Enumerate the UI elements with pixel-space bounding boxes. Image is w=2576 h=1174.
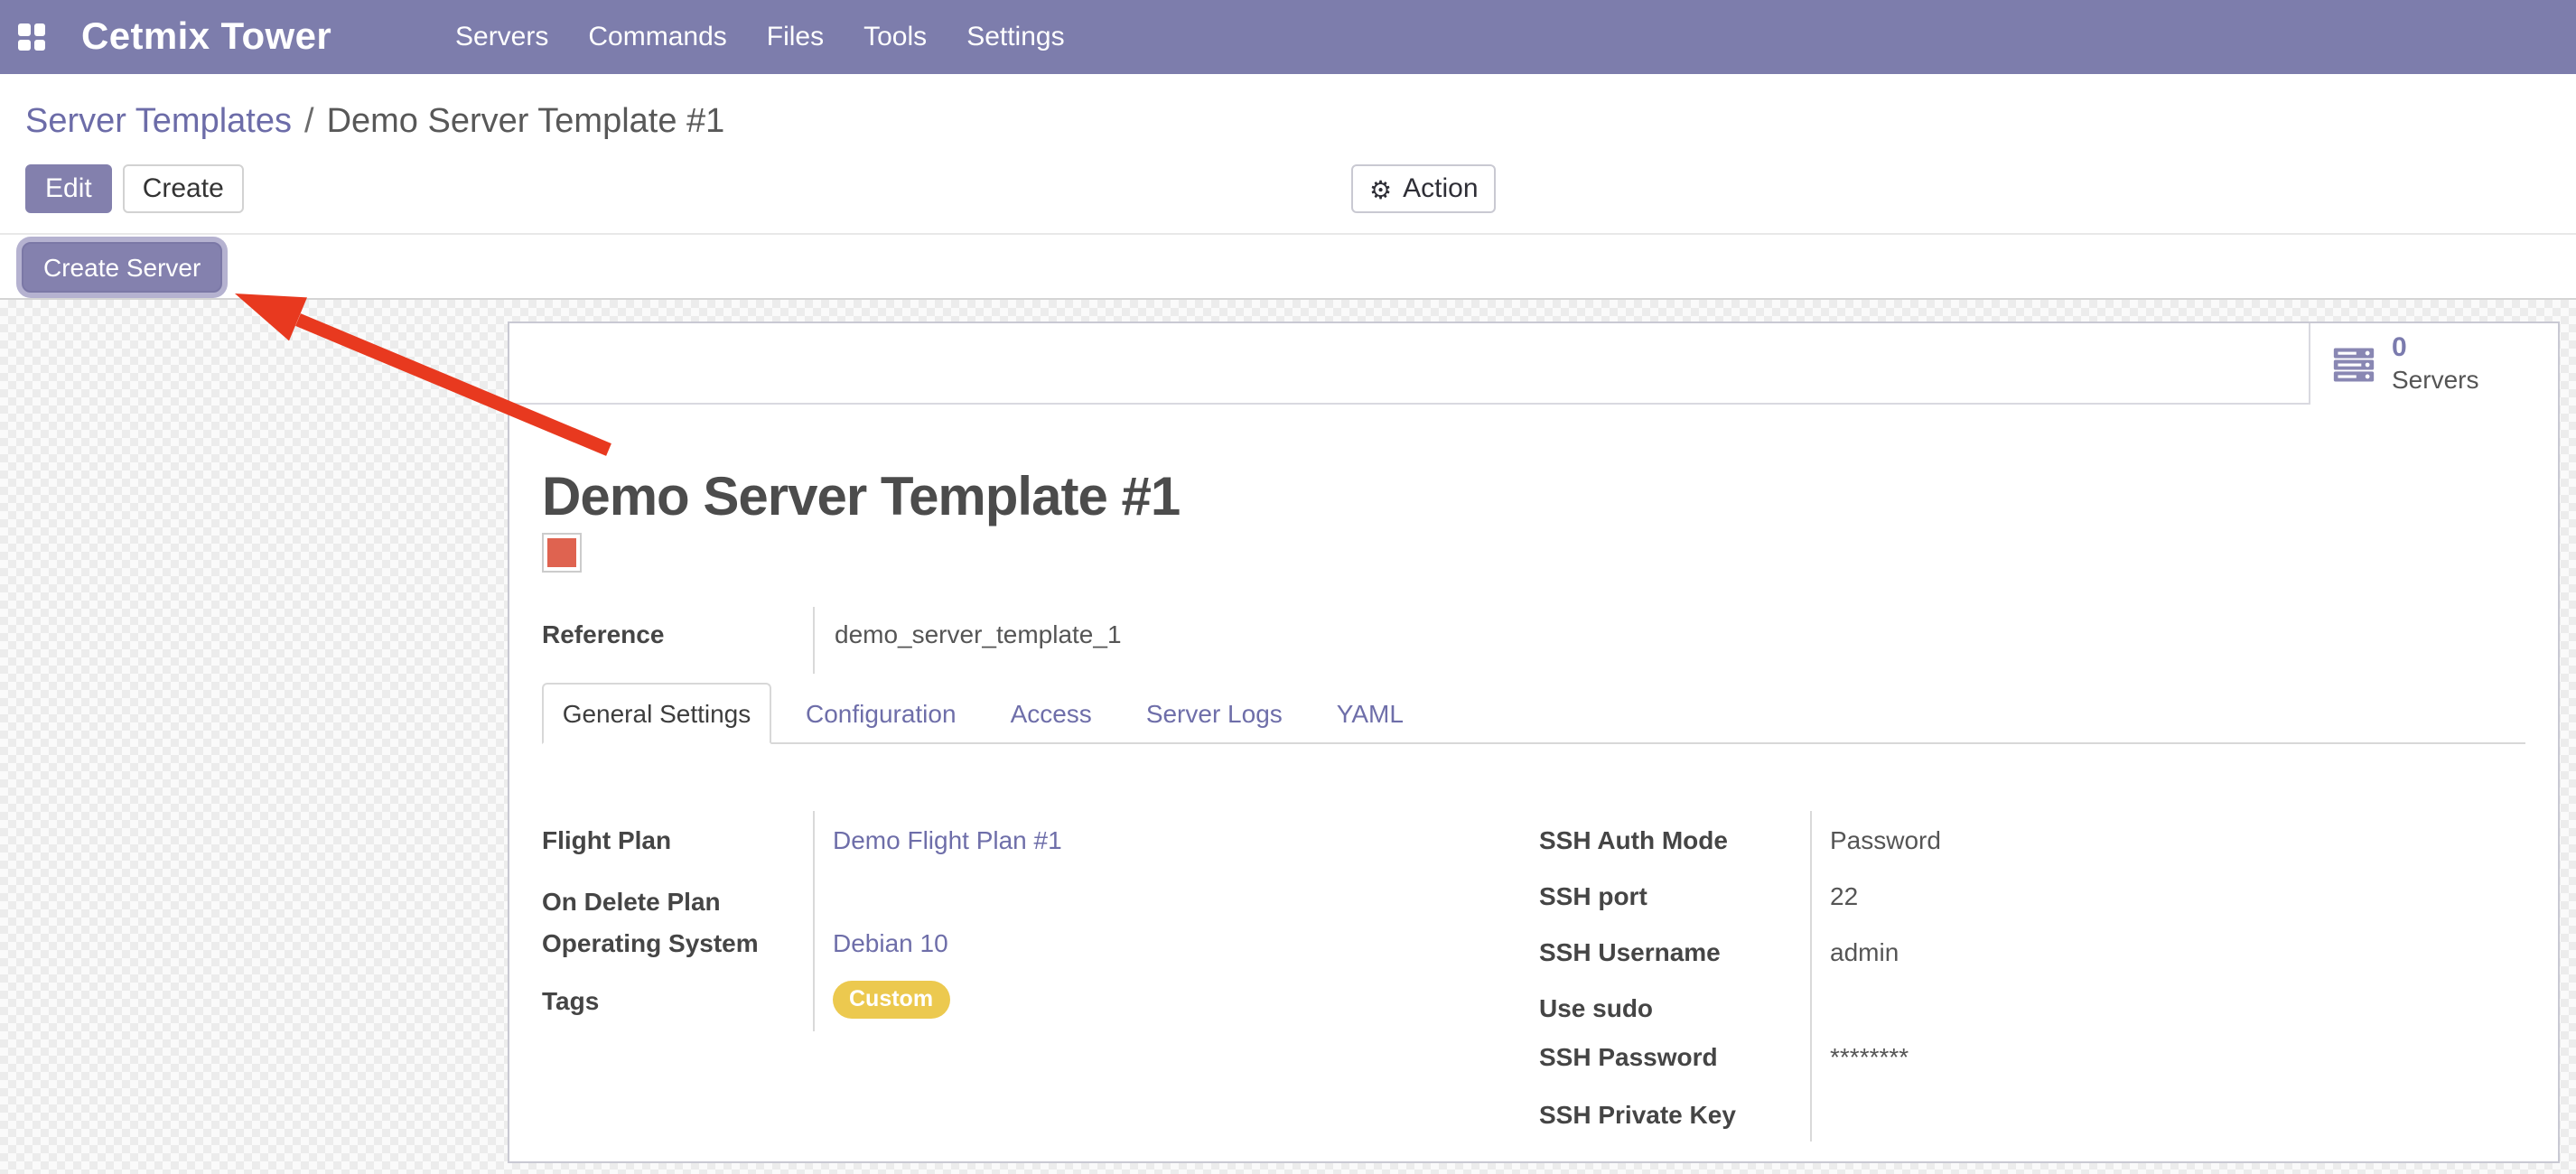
field-label: SSH Password — [1539, 1042, 1810, 1071]
color-swatch-fill — [547, 538, 576, 567]
field-row-ssh-username: SSH Username admin — [1539, 933, 2515, 971]
menu-item-servers[interactable]: Servers — [435, 22, 568, 52]
field-row-tags: Tags Custom — [542, 980, 1481, 1020]
field-groups: Flight Plan Demo Flight Plan #1 On Delet… — [542, 807, 2525, 1151]
top-navbar: Cetmix Tower Servers Commands Files Tool… — [0, 0, 2576, 74]
app-brand[interactable]: Cetmix Tower — [81, 15, 331, 59]
field-row-ssh-private-key: SSH Private Key — [1539, 1095, 2515, 1133]
control-panel: Server Templates / Demo Server Template #1… — [0, 74, 2576, 233]
servers-stat-button[interactable]: 0 Servers — [2309, 323, 2558, 405]
field-value: Password — [1810, 825, 1941, 854]
top-menu: Servers Commands Files Tools Settings — [435, 0, 1085, 74]
tab-general-settings[interactable]: General Settings — [542, 683, 771, 744]
field-row-operating-system: Operating System Debian 10 — [542, 924, 1481, 962]
field-row-flight-plan: Flight Plan Demo Flight Plan #1 — [542, 821, 1481, 859]
action-button-label: Action — [1403, 173, 1478, 204]
field-label: SSH port — [1539, 881, 1810, 910]
reference-label: Reference — [542, 616, 664, 652]
notebook-tabs: General Settings Configuration Access Se… — [542, 683, 2525, 744]
field-row-on-delete-plan: On Delete Plan — [542, 881, 1481, 919]
field-label: SSH Username — [1539, 937, 1810, 966]
field-label: Tags — [542, 985, 813, 1014]
servers-stack-icon — [2332, 342, 2375, 386]
tab-configuration[interactable]: Configuration — [786, 683, 976, 742]
breadcrumb-separator: / — [304, 103, 314, 141]
field-row-use-sudo: Use sudo — [1539, 989, 2515, 1027]
tab-access[interactable]: Access — [991, 683, 1112, 742]
menu-item-commands[interactable]: Commands — [568, 22, 746, 52]
tag-badge: Custom — [833, 981, 949, 1019]
tags-value: Custom — [813, 981, 949, 1019]
field-value: ******** — [1810, 1042, 1909, 1071]
edit-button[interactable]: Edit — [25, 164, 112, 213]
server-template-card: 0 Servers Demo Server Template #1 Refere… — [508, 321, 2560, 1163]
tab-yaml[interactable]: YAML — [1317, 683, 1423, 742]
create-button[interactable]: Create — [123, 164, 244, 213]
flight-plan-link[interactable]: Demo Flight Plan #1 — [813, 825, 1062, 854]
reference-value: demo_server_template_1 — [835, 616, 1122, 652]
right-field-group: SSH Auth Mode Password SSH port 22 SSH U… — [1539, 807, 2515, 1133]
field-label: SSH Private Key — [1539, 1100, 1810, 1129]
smart-button-box: 0 Servers — [509, 323, 2558, 405]
field-row-ssh-auth-mode: SSH Auth Mode Password — [1539, 821, 2515, 859]
field-label: Flight Plan — [542, 825, 813, 854]
field-label: Operating System — [542, 928, 813, 957]
stat-button-text: 0 Servers — [2392, 334, 2478, 394]
breadcrumb-current: Demo Server Template #1 — [327, 103, 725, 141]
field-row-ssh-port: SSH port 22 — [1539, 877, 2515, 915]
color-swatch — [542, 533, 582, 573]
app-window: Cetmix Tower Servers Commands Files Tool… — [0, 0, 2576, 1174]
field-value: 22 — [1810, 881, 1858, 910]
apps-grid-icon[interactable] — [18, 23, 45, 51]
field-label: On Delete Plan — [542, 886, 813, 915]
tab-server-logs[interactable]: Server Logs — [1126, 683, 1302, 742]
menu-item-settings[interactable]: Settings — [947, 22, 1084, 52]
reference-separator — [813, 607, 815, 674]
action-strip: Create Server — [0, 233, 2576, 300]
field-row-ssh-password: SSH Password ******** — [1539, 1038, 2515, 1076]
breadcrumb: Server Templates / Demo Server Template #1 — [25, 103, 724, 143]
field-value: admin — [1810, 937, 1899, 966]
gear-icon: ⚙ — [1369, 176, 1392, 201]
record-title: Demo Server Template #1 — [542, 468, 1180, 529]
action-button[interactable]: ⚙ Action — [1351, 164, 1497, 213]
operating-system-link[interactable]: Debian 10 — [813, 928, 948, 957]
menu-item-files[interactable]: Files — [747, 22, 844, 52]
left-field-group: Flight Plan Demo Flight Plan #1 On Delet… — [542, 807, 1481, 1020]
menu-item-tools[interactable]: Tools — [844, 22, 947, 52]
stat-button-label: Servers — [2392, 366, 2478, 394]
create-server-button[interactable]: Create Server — [22, 242, 222, 293]
form-buttons: Edit Create — [25, 164, 244, 213]
breadcrumb-parent-link[interactable]: Server Templates — [25, 103, 292, 141]
field-label: SSH Auth Mode — [1539, 825, 1810, 854]
field-label: Use sudo — [1539, 993, 1810, 1022]
stat-button-value: 0 — [2392, 334, 2478, 364]
